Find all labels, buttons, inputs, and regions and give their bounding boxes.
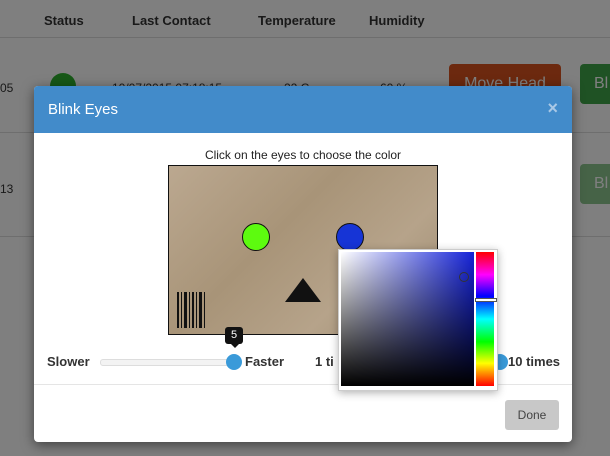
speed-slider-track[interactable]	[100, 359, 240, 366]
speed-slider-handle[interactable]	[226, 354, 242, 370]
speed-value-tooltip: 5	[225, 327, 243, 344]
tooltip-arrow	[231, 344, 239, 348]
close-icon[interactable]: ×	[547, 98, 558, 119]
saturation-value-area[interactable]	[341, 252, 474, 386]
color-cursor[interactable]	[459, 272, 469, 282]
barcode-icon	[177, 292, 205, 328]
hue-slider[interactable]	[476, 252, 494, 386]
done-button[interactable]: Done	[505, 400, 559, 430]
faster-label: Faster	[245, 354, 285, 369]
times-max-label: 10 times	[508, 354, 561, 369]
left-eye-button[interactable]	[242, 223, 270, 251]
slower-label: Slower	[47, 354, 90, 369]
modal-header: Blink Eyes ×	[34, 86, 572, 133]
modal-title: Blink Eyes	[48, 101, 119, 118]
color-picker	[338, 249, 498, 391]
hue-marker[interactable]	[475, 298, 497, 302]
times-min-label: 1 ti	[315, 354, 334, 369]
instruction-text: Click on the eyes to choose the color	[204, 148, 402, 162]
right-eye-button[interactable]	[336, 223, 364, 251]
nose-triangle	[285, 278, 321, 302]
